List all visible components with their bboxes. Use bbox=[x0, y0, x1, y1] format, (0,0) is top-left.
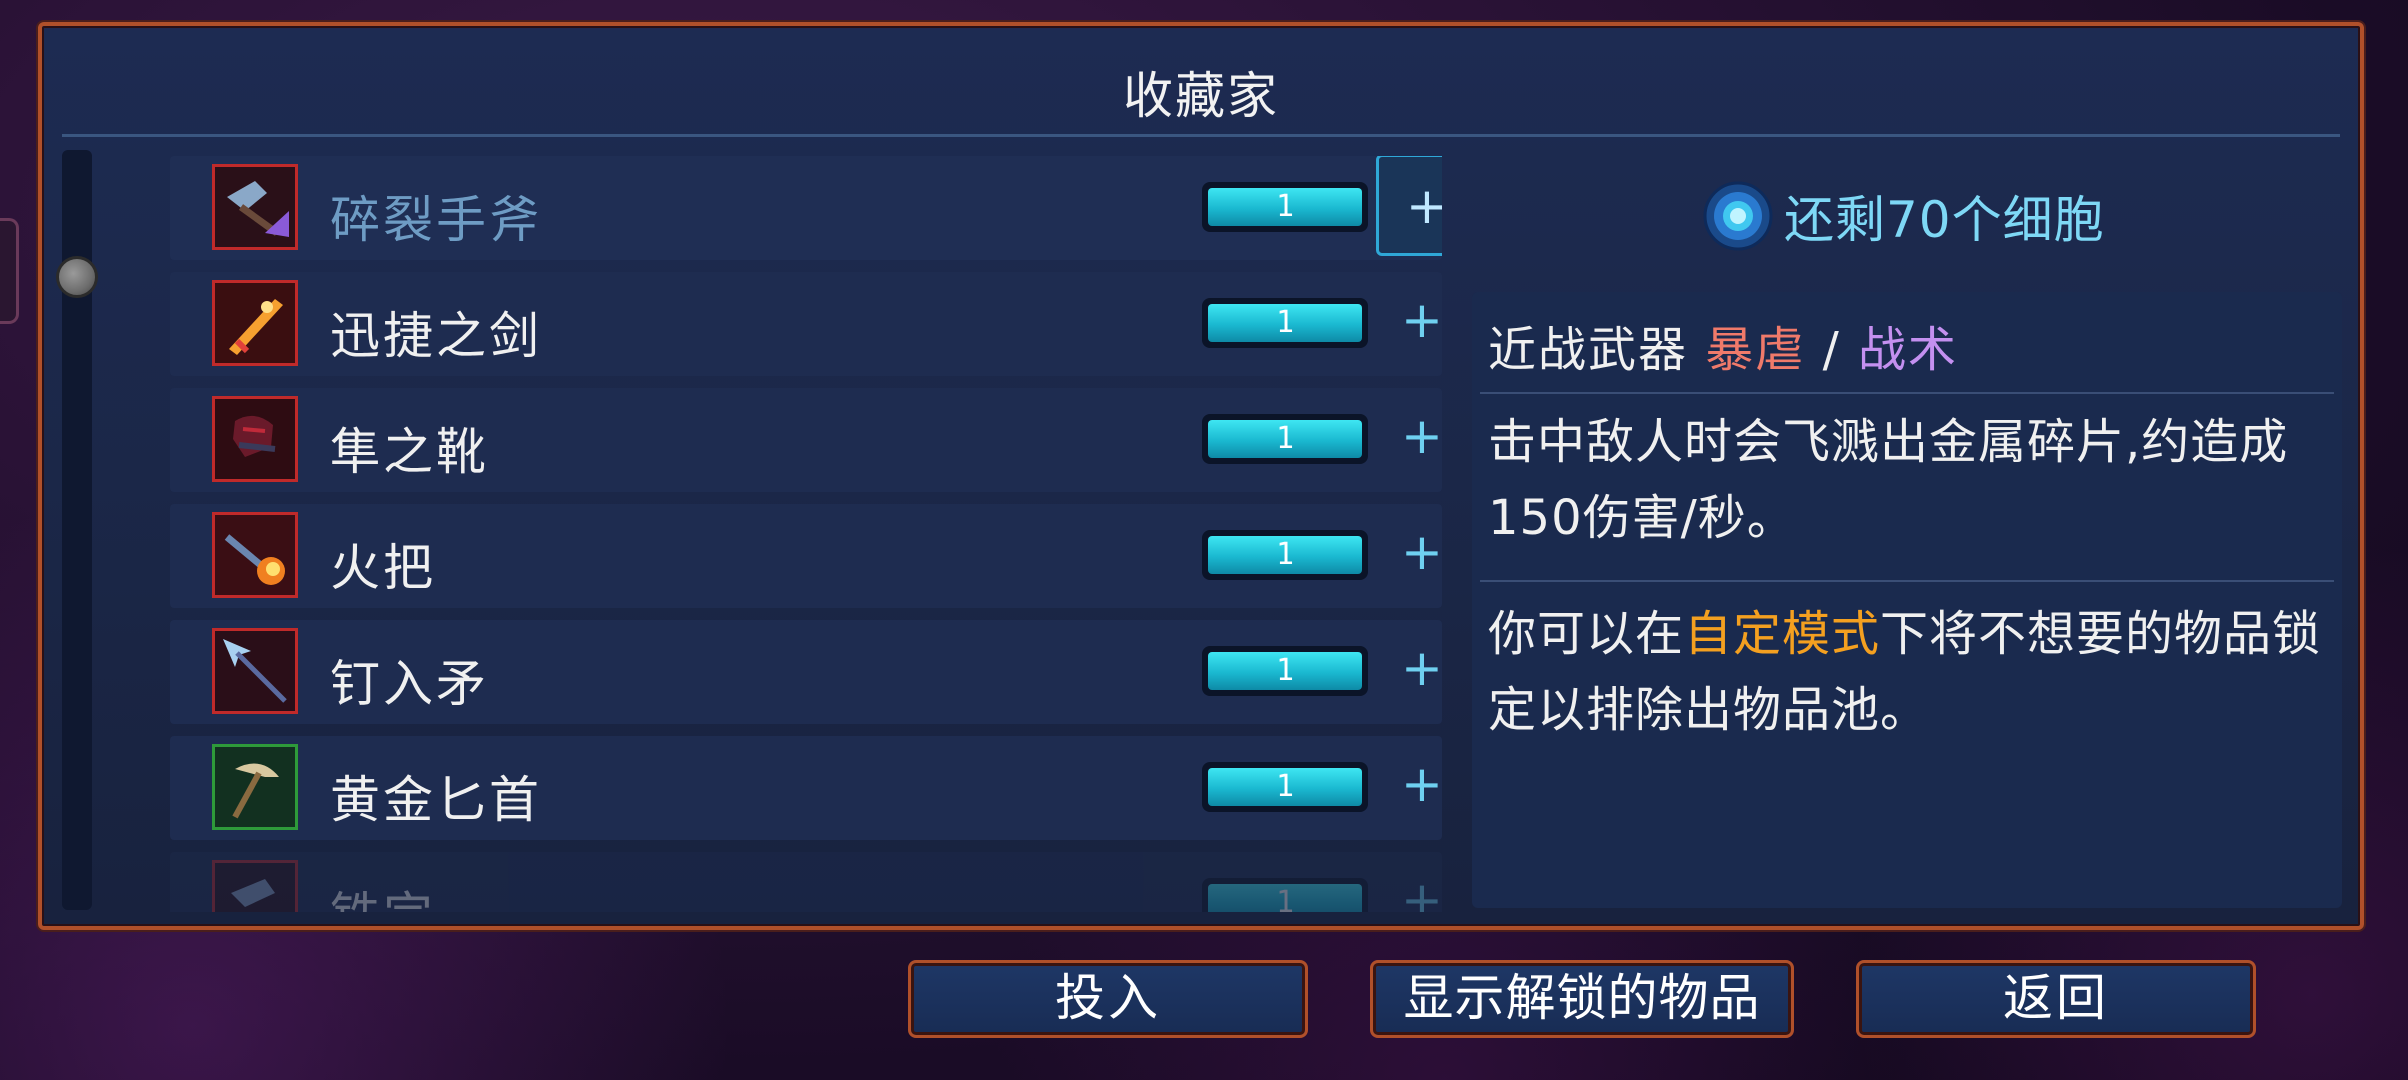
count-bar: 1 bbox=[1202, 646, 1368, 696]
count-bar: 1 bbox=[1202, 414, 1368, 464]
item-info-panel: 近战武器 暴虐 / 战术 击中敌人时会飞溅出金属碎片,约造成150伤害/秒。 你… bbox=[1472, 292, 2342, 908]
golden-dagger-icon bbox=[212, 744, 298, 830]
list-item[interactable]: 黄金匕首 1 + bbox=[170, 736, 1442, 840]
count-value: 1 bbox=[1208, 652, 1362, 690]
item-list: 碎裂手斧 1 + 迅捷之剑 1 + 隼之靴 1 + 火把 1 + 钉入矛 1 +… bbox=[170, 156, 1442, 912]
title-divider bbox=[62, 134, 2340, 137]
count-value: 1 bbox=[1208, 884, 1362, 912]
brutality-tag: 暴虐 bbox=[1705, 322, 1806, 378]
weapon-type-line: 近战武器 暴虐 / 战术 bbox=[1488, 310, 1958, 380]
count-value: 1 bbox=[1208, 420, 1362, 458]
shattered-axe-icon bbox=[212, 164, 298, 250]
info-divider bbox=[1480, 580, 2334, 582]
item-name: 黄金匕首 bbox=[330, 771, 542, 829]
item-name: 钉入矛 bbox=[330, 655, 489, 713]
add-button[interactable]: + bbox=[1376, 156, 1442, 256]
count-bar: 1 bbox=[1202, 182, 1368, 232]
cells-remaining: 还剩70个细胞 bbox=[1784, 191, 2105, 249]
add-button[interactable]: + bbox=[1392, 292, 1442, 352]
hint-prefix: 你可以在 bbox=[1488, 606, 1685, 662]
list-item[interactable]: 铁完 1 + bbox=[170, 852, 1442, 912]
count-value: 1 bbox=[1208, 304, 1362, 342]
item-name: 铁完 bbox=[330, 876, 436, 912]
panel-title: 收藏家 bbox=[1123, 67, 1279, 125]
list-item[interactable]: 碎裂手斧 1 + bbox=[170, 156, 1442, 260]
back-button[interactable]: 返回 bbox=[1856, 960, 2256, 1038]
tactics-tag: 战术 bbox=[1858, 322, 1959, 378]
count-bar: 1 bbox=[1202, 762, 1368, 812]
scrollbar-thumb[interactable] bbox=[56, 256, 98, 298]
cell-icon bbox=[1703, 181, 1773, 251]
invest-button[interactable]: 投入 bbox=[908, 960, 1308, 1038]
count-bar: 1 bbox=[1202, 530, 1368, 580]
count-value: 1 bbox=[1208, 188, 1362, 226]
side-tab[interactable] bbox=[0, 218, 19, 324]
tag-separator: / bbox=[1822, 322, 1841, 378]
collector-panel: 收藏家 碎裂手斧 1 + 迅捷之剑 1 + 隼之靴 1 + 火把 1 + 钉入矛… bbox=[38, 22, 2364, 930]
show-unlocked-button[interactable]: 显示解锁的物品 bbox=[1370, 960, 1794, 1038]
count-bar: 1 bbox=[1202, 298, 1368, 348]
item-name: 碎裂手斧 bbox=[330, 191, 542, 249]
weapon-category: 近战武器 bbox=[1488, 322, 1689, 378]
partial-item-icon bbox=[212, 860, 298, 912]
spear-icon bbox=[212, 628, 298, 714]
add-button[interactable]: + bbox=[1392, 524, 1442, 584]
torch-icon bbox=[212, 512, 298, 598]
list-item[interactable]: 隼之靴 1 + bbox=[170, 388, 1442, 492]
add-button[interactable]: + bbox=[1392, 872, 1442, 912]
add-button[interactable]: + bbox=[1392, 640, 1442, 700]
item-name: 迅捷之剑 bbox=[330, 307, 542, 365]
item-description: 击中敌人时会飞溅出金属碎片,约造成150伤害/秒。 bbox=[1488, 414, 2289, 546]
custom-mode-link: 自定模式 bbox=[1684, 606, 1881, 662]
list-item[interactable]: 钉入矛 1 + bbox=[170, 620, 1442, 724]
item-name: 隼之靴 bbox=[330, 423, 489, 481]
count-bar: 1 bbox=[1202, 878, 1368, 912]
add-button[interactable]: + bbox=[1392, 756, 1442, 816]
cells-counter: 还剩70个细胞 bbox=[1702, 176, 2105, 256]
info-divider bbox=[1480, 392, 2334, 394]
count-value: 1 bbox=[1208, 768, 1362, 806]
custom-mode-hint: 你可以在自定模式下将不想要的物品锁定以排除出物品池。 bbox=[1488, 596, 2328, 748]
add-button[interactable]: + bbox=[1392, 408, 1442, 468]
falcon-boots-icon bbox=[212, 396, 298, 482]
count-value: 1 bbox=[1208, 536, 1362, 574]
list-item[interactable]: 火把 1 + bbox=[170, 504, 1442, 608]
list-item[interactable]: 迅捷之剑 1 + bbox=[170, 272, 1442, 376]
swift-sword-icon bbox=[212, 280, 298, 366]
item-name: 火把 bbox=[330, 539, 436, 597]
